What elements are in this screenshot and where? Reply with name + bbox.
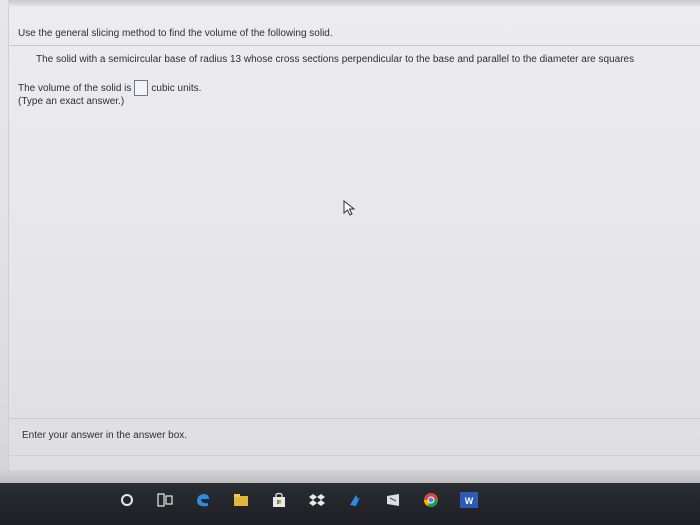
file-explorer-icon[interactable] xyxy=(232,491,250,509)
footer-prompt: Enter your answer in the answer box. xyxy=(22,430,188,441)
content-panel xyxy=(8,0,700,470)
answer-hint: (Type an exact answer.) xyxy=(18,96,125,107)
problem-statement: The solid with a semicircular base of ra… xyxy=(36,54,635,65)
app-icon[interactable] xyxy=(346,491,364,509)
cortana-circle-icon[interactable] xyxy=(118,491,136,509)
chrome-icon[interactable] xyxy=(422,491,440,509)
footer-divider xyxy=(10,418,700,419)
dropbox-icon[interactable] xyxy=(308,491,326,509)
task-view-icon[interactable] xyxy=(156,491,174,509)
answer-prefix: The volume of the solid is xyxy=(18,82,132,94)
divider xyxy=(10,45,700,46)
screen: Use the general slicing method to find t… xyxy=(0,0,700,525)
answer-input-box[interactable] xyxy=(134,80,149,96)
svg-text:W: W xyxy=(465,496,474,506)
screen-bezel xyxy=(0,470,700,483)
store-bag-icon[interactable] xyxy=(270,491,288,509)
app-icon-2[interactable] xyxy=(384,491,402,509)
edge-browser-icon[interactable] xyxy=(194,491,212,509)
footer-divider-bottom xyxy=(10,455,700,456)
question-instruction: Use the general slicing method to find t… xyxy=(18,28,333,39)
word-icon[interactable]: W xyxy=(460,491,478,509)
mouse-cursor-icon xyxy=(343,200,356,216)
top-rule xyxy=(8,0,700,6)
answer-suffix: cubic units. xyxy=(151,82,202,94)
answer-line: The volume of the solid is cubic units. xyxy=(18,80,201,96)
